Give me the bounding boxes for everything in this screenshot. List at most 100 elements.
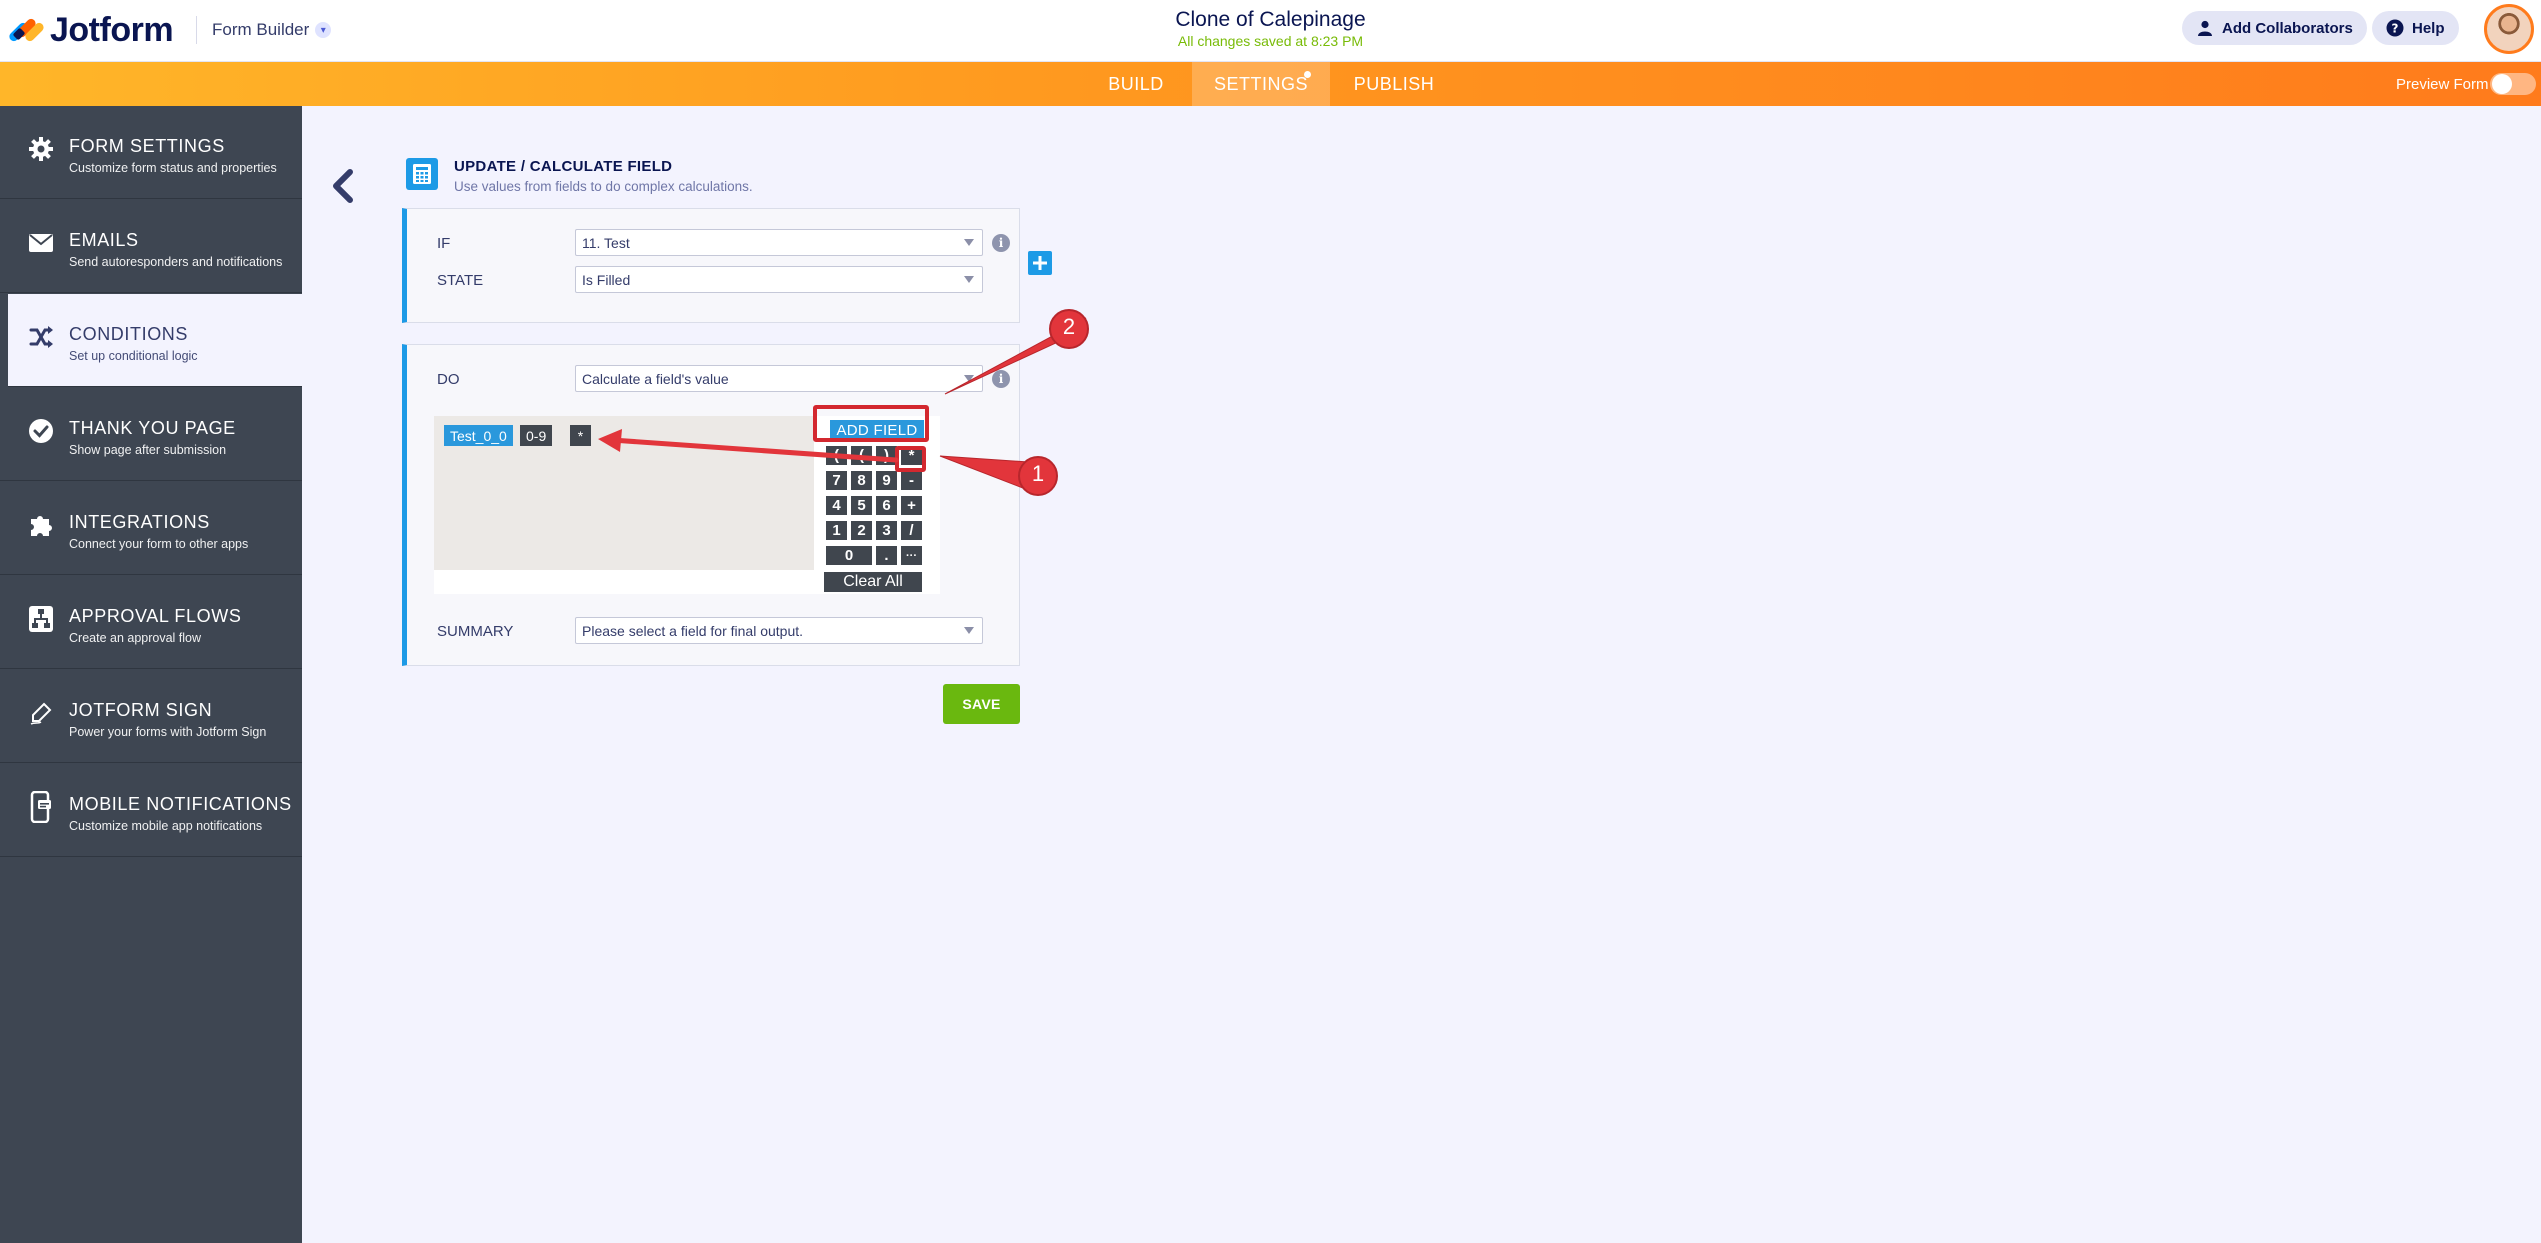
sidebar-item-conditions[interactable]: CONDITIONS Set up conditional logic <box>8 294 302 387</box>
help-button[interactable]: ? Help <box>2372 11 2459 45</box>
sidebar-item-subtitle: Create an approval flow <box>69 631 202 645</box>
sidebar-item-approval-flows[interactable]: APPROVAL FLOWS Create an approval flow <box>0 576 302 669</box>
pen-icon <box>26 698 56 728</box>
calc-key[interactable]: ( <box>851 446 872 465</box>
condition-type-subtitle: Use values from fields to do complex cal… <box>454 179 753 194</box>
calculator-icon <box>406 158 438 190</box>
check-circle-icon <box>26 416 56 446</box>
formula-token-field[interactable]: Test_0_0 <box>444 425 513 446</box>
sidebar-item-title: CONDITIONS <box>69 324 189 344</box>
sidebar-item-subtitle: Set up conditional logic <box>69 349 198 363</box>
svg-text:?: ? <box>2392 22 2399 36</box>
preview-form-toggle[interactable] <box>2490 73 2536 95</box>
settings-notification-dot <box>1304 71 1311 78</box>
calc-key[interactable]: 4 <box>826 496 847 515</box>
preview-form-label: Preview Form <box>2396 75 2489 93</box>
if-label: IF <box>437 235 451 252</box>
sidebar-item-jotform-sign[interactable]: JOTFORM SIGN Power your forms with Jotfo… <box>0 670 302 763</box>
sidebar-item-mobile-notifications[interactable]: MOBILE NOTIFICATIONS Customize mobile ap… <box>0 764 302 857</box>
calc-key[interactable]: 1 <box>826 521 847 540</box>
user-icon <box>2196 19 2214 37</box>
info-icon[interactable]: i <box>992 234 1010 252</box>
calc-key[interactable]: . <box>876 546 897 565</box>
envelope-icon <box>26 228 56 258</box>
form-title[interactable]: Clone of Calepinage <box>0 8 2541 32</box>
calculation-editor: Test_0_0 0-9 * ADD FIELD (() * 7 8 9-4 5 6 +1 2 3… <box>434 416 940 594</box>
sidebar-item-subtitle: Show page after submission <box>69 443 227 457</box>
question-icon: ? <box>2386 19 2404 37</box>
sidebar-item-subtitle: Power your forms with Jotform Sign <box>69 725 267 739</box>
tab-publish-label: PUBLISH <box>1353 73 1435 94</box>
sidebar-item-emails[interactable]: EMAILS Send autoresponders and notificat… <box>0 200 302 293</box>
calc-key[interactable]: 9 <box>876 471 897 490</box>
settings-sidebar: FORM SETTINGS Customize form status and … <box>0 106 302 1243</box>
save-button[interactable]: SAVE <box>943 684 1020 724</box>
state-select[interactable]: Is Filled <box>575 266 983 293</box>
flow-icon <box>26 604 56 634</box>
add-collaborators-button[interactable]: Add Collaborators <box>2182 11 2367 45</box>
do-label: DO <box>437 371 460 388</box>
toggle-knob <box>2492 74 2512 94</box>
caret-down-icon <box>964 276 974 283</box>
calc-key[interactable]: ( <box>826 446 847 465</box>
annotation-badge-2: 2 <box>1062 314 1076 339</box>
help-label: Help <box>2412 19 2445 37</box>
tab-settings-label: SETTINGS <box>1213 73 1308 94</box>
clear-all-button[interactable]: Clear All <box>824 572 922 592</box>
do-action-select[interactable]: Calculate a field's value <box>575 365 983 392</box>
annotation-overlay <box>598 309 1089 496</box>
annotation-badge-1: 1 <box>1031 461 1045 486</box>
sidebar-item-title: MOBILE NOTIFICATIONS <box>69 794 292 814</box>
tab-publish[interactable]: PUBLISH <box>1338 62 1450 106</box>
sidebar-item-subtitle: Customize form status and properties <box>69 161 277 175</box>
sidebar-item-title: JOTFORM SIGN <box>69 700 213 720</box>
main-nav: BUILD SETTINGS PUBLISH Preview Form <box>0 62 2541 106</box>
sidebar-item-integrations[interactable]: INTEGRATIONS Connect your form to other … <box>0 482 302 575</box>
add-condition-button[interactable] <box>1028 251 1052 275</box>
sidebar-item-thank-you-page[interactable]: THANK YOU PAGE Show page after submissio… <box>0 388 302 481</box>
add-field-highlight <box>813 405 929 442</box>
formula-token-range[interactable]: 0-9 <box>520 425 553 446</box>
sidebar-item-title: THANK YOU PAGE <box>69 418 236 438</box>
sidebar-item-title: FORM SETTINGS <box>69 136 225 156</box>
calc-key[interactable]: 5 <box>851 496 872 515</box>
multiply-key-highlight <box>895 446 926 472</box>
caret-down-icon <box>964 627 974 634</box>
calc-key[interactable]: 0 <box>826 546 872 565</box>
sidebar-item-subtitle: Customize mobile app notifications <box>69 819 263 833</box>
sidebar-item-title: EMAILS <box>69 230 139 250</box>
user-avatar[interactable] <box>2484 4 2534 54</box>
calc-key[interactable]: 2 <box>851 521 872 540</box>
summary-label: SUMMARY <box>437 623 514 640</box>
tab-build[interactable]: BUILD <box>1088 62 1184 106</box>
shuffle-icon <box>26 322 56 352</box>
calc-key[interactable]: 3 <box>876 521 897 540</box>
sidebar-item-subtitle: Connect your form to other apps <box>69 537 249 551</box>
summary-output-select[interactable]: Please select a field for final output. <box>575 617 983 644</box>
caret-down-icon <box>964 375 974 382</box>
formula-input[interactable]: Test_0_0 0-9 * <box>434 416 814 570</box>
formula-token-operator[interactable]: * <box>570 425 591 446</box>
sidebar-item-subtitle: Send autoresponders and notifications <box>69 255 283 269</box>
calc-key[interactable]: - <box>901 471 922 490</box>
mobile-icon <box>26 791 56 823</box>
calc-key[interactable]: 7 <box>826 471 847 490</box>
state-value: Is Filled <box>582 271 631 288</box>
calc-key[interactable]: ··· <box>901 546 922 565</box>
back-arrow-icon[interactable] <box>328 168 358 204</box>
if-panel: IF 11. Test i STATE Is Filled <box>402 208 1020 323</box>
caret-down-icon <box>964 239 974 246</box>
puzzle-icon <box>26 510 56 540</box>
if-field-select[interactable]: 11. Test <box>575 229 983 256</box>
calc-key[interactable]: + <box>901 496 922 515</box>
calc-key[interactable]: ) <box>876 446 897 465</box>
tab-settings[interactable]: SETTINGS <box>1192 62 1330 106</box>
calc-key[interactable]: 6 <box>876 496 897 515</box>
calc-key[interactable]: / <box>901 521 922 540</box>
top-bar: Jotform Form Builder ▾ Clone of Calepina… <box>0 0 2541 62</box>
sidebar-item-form-settings[interactable]: FORM SETTINGS Customize form status and … <box>0 106 302 199</box>
calc-key[interactable]: 8 <box>851 471 872 490</box>
condition-type-title: UPDATE / CALCULATE FIELD <box>454 158 673 175</box>
info-icon[interactable]: i <box>992 370 1010 388</box>
add-collaborators-label: Add Collaborators <box>2222 19 2353 37</box>
